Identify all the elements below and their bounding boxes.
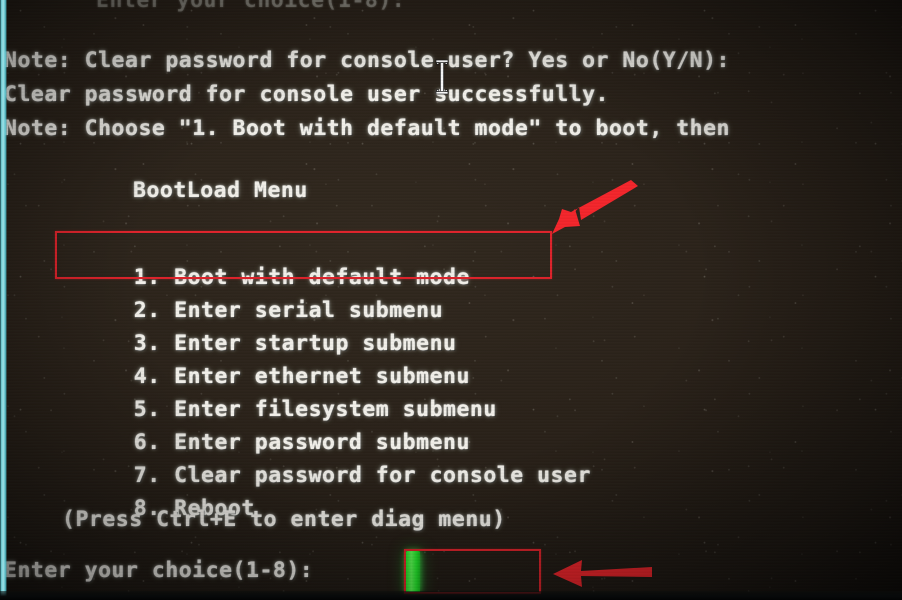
bootload-menu-title: BootLoad Menu [133,178,308,203]
annotation-box-menu-item-1 [55,231,552,279]
left-bezel-glow [0,0,7,600]
diag-menu-hint: (Press Ctrl+E to enter diag menu) [62,507,506,532]
clipped-top-line: Enter your choice(1-8): [96,0,406,13]
console-log-line-1: Note: Clear password for console user? Y… [4,48,730,73]
console-log-line-3: Note: Choose "1. Boot with default mode"… [4,116,730,141]
console-screen: Enter your choice(1-8): Note: Clear pass… [0,0,902,600]
text-ibeam-cursor [435,59,449,95]
console-log-line-2: Clear password for console user successf… [4,82,609,107]
bottom-bezel-edge [0,591,902,600]
annotation-box-choice-input [404,549,541,594]
annotation-arrow-to-menu-item [552,180,638,234]
choice-prompt-label: Enter your choice(1-8): [4,558,314,583]
annotation-arrow-to-prompt [553,560,652,587]
